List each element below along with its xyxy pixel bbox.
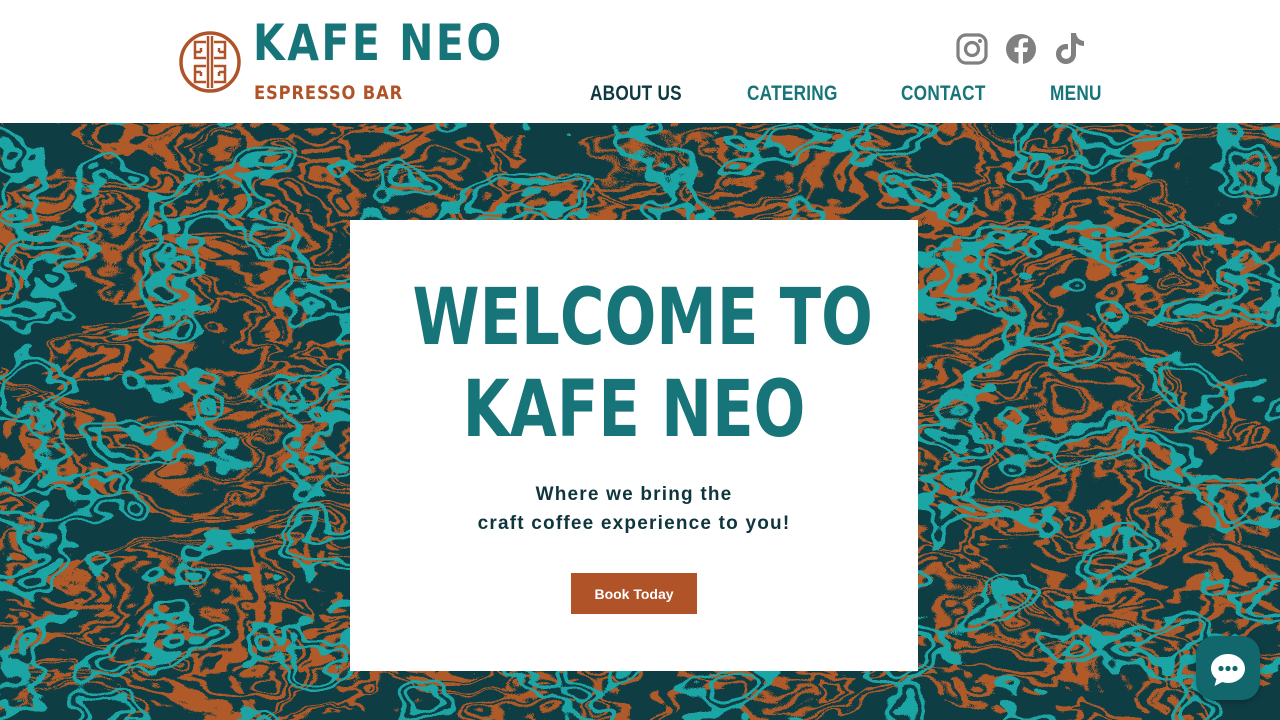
hero-title: WELCOME TO KAFE NEO (350, 272, 918, 456)
hero-subtitle-line-2: craft coffee experience to you! (477, 513, 791, 534)
nav-about-us[interactable]: ABOUT US (590, 82, 682, 106)
tiktok-link[interactable] (1052, 30, 1088, 66)
hero-subtitle: Where we bring the craft coffee experien… (350, 480, 918, 538)
hero-title-line-2: KAFE NEO (462, 365, 806, 455)
facebook-link[interactable] (1003, 30, 1039, 66)
instagram-link[interactable] (954, 30, 990, 66)
facebook-icon (1006, 34, 1036, 64)
welcome-card: WELCOME TO KAFE NEO Where we bring the c… (350, 220, 918, 671)
chat-icon (1211, 654, 1245, 686)
hero-subtitle-line-1: Where we bring the (535, 484, 733, 505)
logo-emblem-icon (179, 31, 241, 93)
chat-button[interactable] (1196, 636, 1260, 700)
tiktok-icon (1056, 33, 1084, 64)
site-header: KAFE NEO ESPRESSO BAR ABOUT US CATERING … (0, 0, 1280, 123)
instagram-icon (956, 33, 988, 65)
brand-name: KAFE NEO (253, 14, 504, 72)
nav-contact[interactable]: CONTACT (901, 82, 986, 106)
book-today-button[interactable]: Book Today (571, 573, 697, 614)
nav-menu[interactable]: MENU (1050, 82, 1102, 106)
brand-tagline: ESPRESSO BAR (254, 82, 404, 104)
hero-title-line-1: WELCOME TO (412, 273, 873, 363)
nav-catering[interactable]: CATERING (747, 82, 838, 106)
logo-link[interactable]: KAFE NEO ESPRESSO BAR (179, 14, 501, 109)
